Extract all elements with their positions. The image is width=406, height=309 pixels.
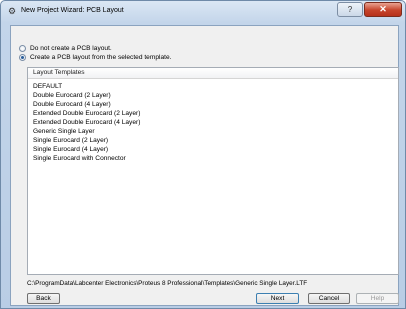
help-button[interactable]: Help <box>356 293 399 304</box>
next-button[interactable]: Next <box>256 293 299 304</box>
wizard-window: ⚙ New Project Wizard: PCB Layout ? ✕ Do … <box>0 0 406 309</box>
list-item[interactable]: Double Eurocard (2 Layer) <box>33 92 111 100</box>
list-item[interactable]: Double Eurocard (4 Layer) <box>33 101 111 109</box>
no-pcb-label: Do not create a PCB layout. <box>30 45 112 52</box>
from-template-option[interactable]: Create a PCB layout from the selected te… <box>19 53 171 62</box>
no-pcb-option[interactable]: Do not create a PCB layout. <box>19 44 112 53</box>
help-icon[interactable]: ? <box>337 2 363 17</box>
list-item[interactable]: Generic Single Layer <box>33 128 95 136</box>
window-title: New Project Wizard: PCB Layout <box>21 7 124 14</box>
list-item[interactable]: Single Eurocard with Connector <box>33 155 126 163</box>
cancel-button[interactable]: Cancel <box>308 293 350 304</box>
no-pcb-radio[interactable] <box>19 45 26 52</box>
from-template-label: Create a PCB layout from the selected te… <box>30 54 172 61</box>
layout-templates-list[interactable]: Layout Templates DEFAULT Double Eurocard… <box>27 67 399 275</box>
back-button[interactable]: Back <box>27 293 60 304</box>
title-bar[interactable]: ⚙ New Project Wizard: PCB Layout ? ✕ <box>1 1 405 21</box>
close-icon[interactable]: ✕ <box>364 2 402 17</box>
list-item[interactable]: Extended Double Eurocard (2 Layer) <box>33 110 140 118</box>
list-header[interactable]: Layout Templates <box>28 68 398 79</box>
list-item[interactable]: Single Eurocard (4 Layer) <box>33 146 108 154</box>
app-icon: ⚙ <box>7 6 17 16</box>
list-item[interactable]: DEFAULT <box>33 83 62 91</box>
from-template-radio[interactable] <box>19 54 26 61</box>
list-item[interactable]: Single Eurocard (2 Layer) <box>33 137 108 145</box>
template-path: C:\ProgramData\Labcenter Electronics\Pro… <box>27 280 308 287</box>
list-item[interactable]: Extended Double Eurocard (4 Layer) <box>33 119 140 127</box>
